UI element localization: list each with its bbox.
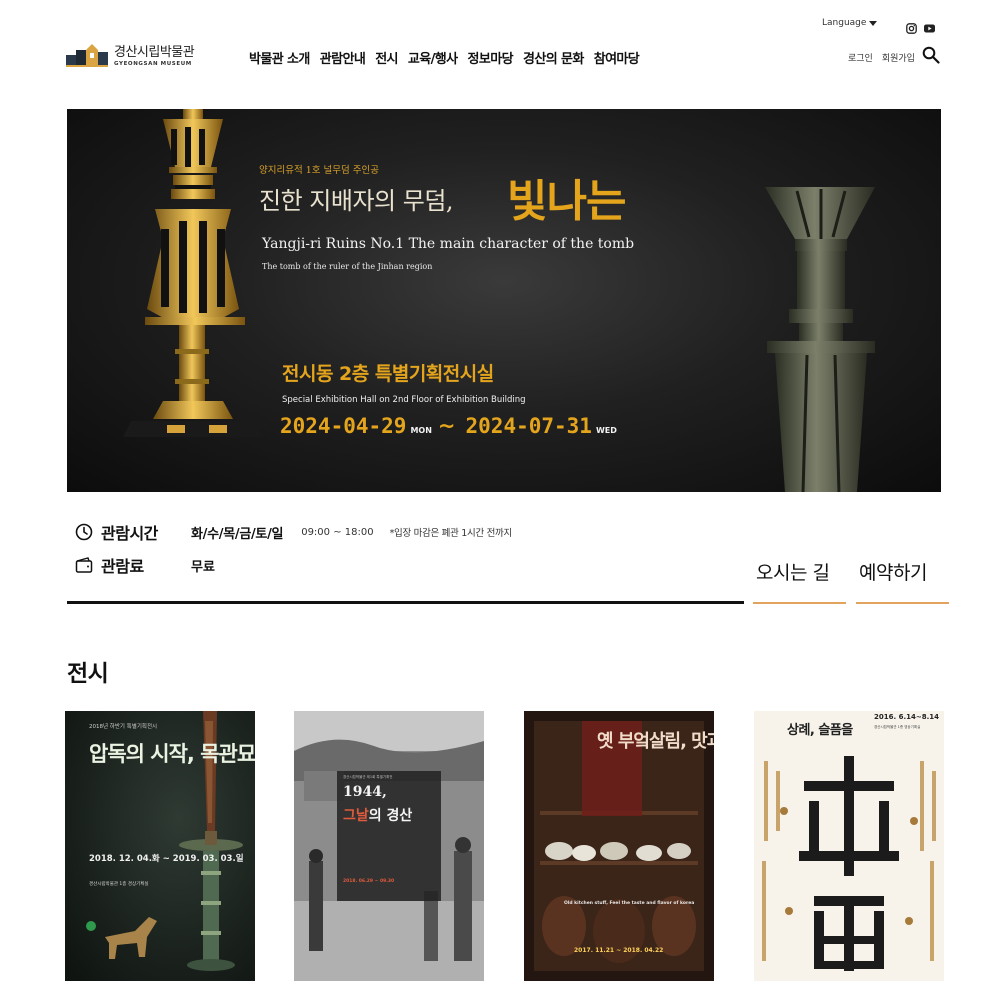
card-title-line1: 1944, (343, 784, 387, 800)
exhibition-card[interactable]: 상례, 슬픔을 2016. 6.14~8.14 경산시립박물관 1층 영상기획실 (754, 711, 944, 981)
nav-item-info[interactable]: 정보마당 (468, 48, 514, 67)
card-small-text: 경산시립박물관 제1회 특별기획전 (343, 775, 393, 779)
reservation-label: 예약하기 (859, 562, 927, 584)
login-link[interactable]: 로그인 (848, 51, 873, 64)
language-selector[interactable]: Language (822, 18, 878, 28)
hero-subtitle: 양지리유적 1호 널무덤 주인공 (259, 165, 379, 176)
card-title: 상례, 슬픔을 (787, 723, 853, 738)
card-title: 압독의 시작, 목관묘 (89, 742, 255, 766)
hero-date-separator: ~ (437, 414, 456, 438)
hero-hall-en: Special Exhibition Hall on 2nd Floor of … (282, 395, 526, 405)
museum-logo-icon (66, 44, 108, 67)
reservation-button[interactable]: 예약하기 (856, 558, 949, 604)
info-divider (67, 601, 744, 604)
hero-hall: 전시동 2층 특별기획전시실 (282, 363, 494, 385)
search-icon[interactable] (922, 46, 940, 64)
clock-icon (75, 523, 93, 541)
exhibition-card[interactable]: 옛 부엌살림, 맛과 멋을 담다 Old kitchen stuff, Feel… (524, 711, 714, 981)
hero-end-day: WED (595, 426, 617, 435)
directions-underline (753, 602, 846, 604)
language-label: Language (822, 18, 867, 28)
card-title: 옛 부엌살림, 맛과 멋을 담다 (597, 731, 714, 752)
sns-links (906, 19, 935, 34)
card-subtitle-en: Old kitchen stuff, Feel the taste and fl… (564, 901, 695, 906)
hero-start-date: 2024-04-29 (280, 414, 407, 438)
reservation-underline (856, 602, 949, 604)
youtube-icon[interactable] (924, 19, 935, 33)
nav-item-exhibition[interactable]: 전시 (375, 48, 398, 67)
utility-bar: Language (0, 18, 1000, 34)
card-date: 2016. 6.14~8.14 (874, 713, 939, 721)
nav-item-visit[interactable]: 관람안내 (320, 48, 366, 67)
nav-item-education[interactable]: 교육/행사 (408, 48, 458, 67)
main-nav: 박물관 소개 관람안내 전시 교육/행사 정보마당 경산의 문화 참여마당 (249, 48, 640, 67)
card-date: 2018. 12. 04.화 ~ 2019. 03. 03.일 (89, 854, 244, 864)
logo-name-en: GYEONGSAN MUSEUM (114, 61, 192, 68)
hero-title-highlight: 빛나는 (507, 176, 626, 227)
fee-value: 무료 (191, 559, 215, 575)
visit-hours-row: 관람시간 화/수/목/금/토/일 09:00 ~ 18:00 *입장 마감은 폐… (75, 520, 512, 544)
member-links: 로그인 회원가입 (848, 51, 915, 64)
exhibition-card[interactable]: 2018년 하반기 특별기획전시 압독의 시작, 목관묘 2018. 12. 0… (65, 711, 255, 981)
logo-name-ko: 경산시립박물관 (114, 45, 195, 61)
hero-subtitle-en: The tomb of the ruler of the Jinhan regi… (262, 262, 433, 271)
exhibition-section-title: 전시 (67, 661, 109, 687)
wallet-icon (75, 557, 93, 573)
nav-item-participation[interactable]: 참여마당 (594, 48, 640, 67)
card-title-line2: 그날의 경산 (343, 805, 412, 825)
caret-down-icon (869, 20, 878, 26)
site-logo[interactable]: 경산시립박물관 GYEONGSAN MUSEUM (66, 42, 195, 72)
card-top-text: 2018년 하반기 특별기획전시 (89, 724, 158, 730)
hero-title-en: Yangji-ri Ruins No.1 The main character … (262, 236, 635, 252)
hero-dates: 2024-04-29 MON ~ 2024-07-31 WED (280, 414, 617, 438)
card-date: 2017. 11.21 ~ 2018. 04.22 (574, 947, 664, 954)
card-date: 2018. 06.29 ~ 09.30 (343, 879, 395, 884)
open-hours: 09:00 ~ 18:00 (301, 526, 374, 538)
hero-banner[interactable]: 양지리유적 1호 널무덤 주인공 진한 지배자의 무덤, 빛나는 Yangji-… (67, 109, 941, 492)
visit-fee-row: 관람료 무료 (75, 553, 215, 577)
instagram-icon[interactable] (906, 19, 917, 34)
directions-label: 오시는 길 (756, 562, 830, 584)
entry-note: *입장 마감은 폐관 1시간 전까지 (389, 528, 513, 539)
fee-label: 관람료 (101, 557, 144, 576)
hours-label: 관람시간 (101, 524, 158, 543)
card-title-rest: 의 경산 (368, 808, 413, 824)
exhibition-list: 2018년 하반기 특별기획전시 압독의 시작, 목관묘 2018. 12. 0… (65, 711, 945, 981)
card-hall: 경산시립박물관 1층 경상기획실 (89, 882, 149, 887)
exhibition-card[interactable]: 경산시립박물관 제1회 특별기획전 1944, 그날의 경산 2018. 06.… (294, 711, 484, 981)
open-days: 화/수/목/금/토/일 (191, 526, 284, 542)
directions-button[interactable]: 오시는 길 (753, 558, 846, 604)
nav-item-about[interactable]: 박물관 소개 (249, 48, 310, 67)
card-title-highlight: 그날 (343, 808, 369, 824)
poster-calligraphy-art (754, 711, 944, 981)
nav-item-culture[interactable]: 경산의 문화 (523, 48, 584, 67)
hero-title: 진한 지배자의 무덤, (259, 187, 454, 215)
hero-end-date: 2024-07-31 (465, 414, 592, 438)
signup-link[interactable]: 회원가입 (882, 51, 915, 64)
card-venue: 경산시립박물관 1층 영상기획실 (874, 725, 921, 729)
hero-start-day: MON (410, 426, 432, 435)
